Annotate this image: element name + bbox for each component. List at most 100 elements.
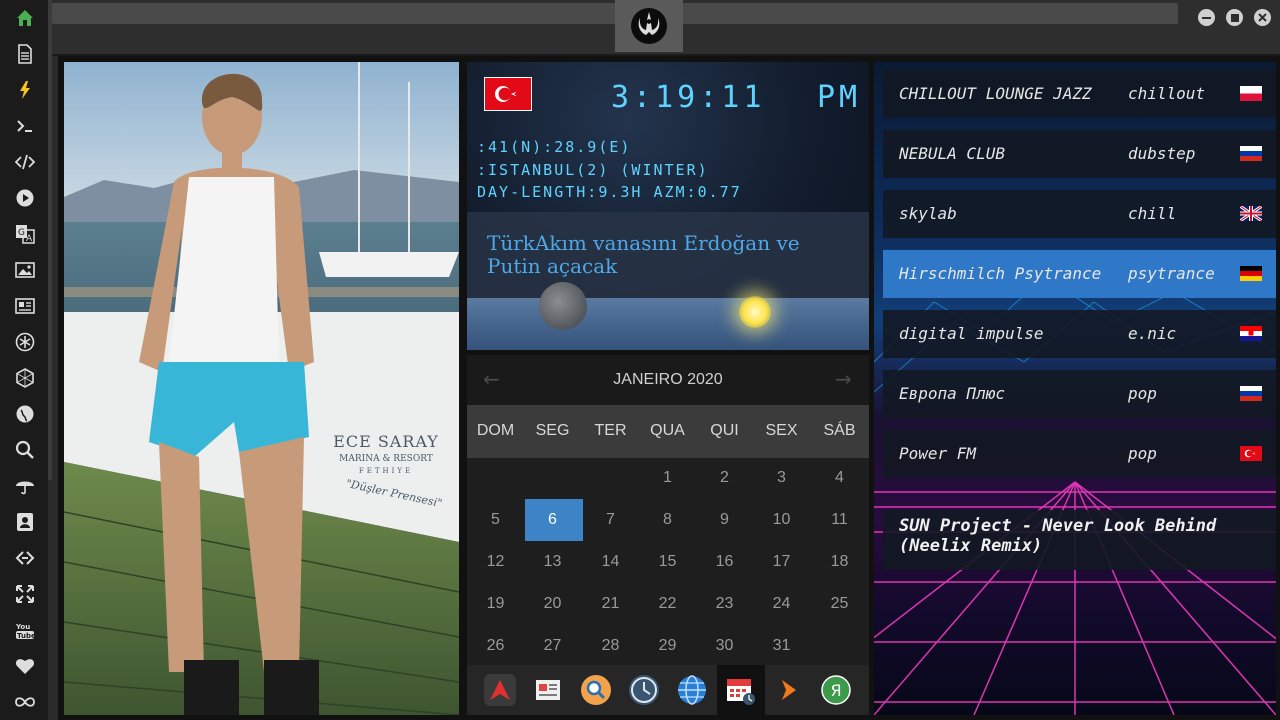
calendar-day[interactable]: 25 [811, 595, 868, 613]
expand-icon[interactable] [12, 581, 38, 607]
calendar-day[interactable]: 14 [582, 553, 639, 571]
calendar-day[interactable]: 26 [467, 637, 524, 655]
station-name: Hirschmilch Psytrance [899, 264, 1102, 283]
calendar-day[interactable]: 19 [467, 595, 524, 613]
calendar-day[interactable]: 7 [582, 511, 639, 529]
weekday-label: SÁB [823, 422, 856, 439]
calendar-day[interactable]: 15 [639, 553, 696, 571]
croatia-flag-icon [1240, 326, 1262, 341]
terminal-icon[interactable] [12, 113, 38, 139]
magnifier-icon[interactable] [580, 674, 612, 706]
station-row[interactable]: NEBULA CLUB dubstep [883, 130, 1276, 178]
station-genre: psytrance [1128, 264, 1215, 283]
station-row[interactable]: skylab chill [883, 190, 1276, 238]
play-arrow-icon[interactable] [772, 674, 804, 706]
next-month-icon[interactable]: → [835, 367, 852, 391]
maximize-button[interactable] [1226, 9, 1243, 26]
svg-text:G: G [18, 228, 25, 238]
close-button[interactable] [1254, 9, 1271, 26]
turkey-flag-icon [484, 77, 532, 111]
calendar-day[interactable]: 5 [467, 511, 524, 529]
calendar-day[interactable]: 20 [524, 595, 581, 613]
calendar-day[interactable]: 29 [639, 637, 696, 655]
calendar-day[interactable]: 13 [524, 553, 581, 571]
station-genre: pop [1128, 444, 1157, 463]
calendar-day[interactable]: 4 [811, 469, 868, 487]
calendar-day[interactable]: 2 [696, 469, 753, 487]
hexagon-icon[interactable] [12, 365, 38, 391]
contact-icon[interactable] [12, 509, 38, 535]
calendar-day[interactable]: 21 [582, 595, 639, 613]
calendar-day[interactable]: 27 [524, 637, 581, 655]
radio-station-list: CHILLOUT LOUNGE JAZZ chillout NEBULA CLU… [874, 62, 1276, 715]
location-line: :ISTANBUL(2) (WINTER) [477, 161, 709, 179]
weekday-row: DOM SEG TER QUA QUI SEX SÁB [467, 405, 869, 458]
calendar-icon[interactable] [724, 674, 756, 706]
link-icon[interactable] [12, 545, 38, 571]
asterisk-icon[interactable] [12, 329, 38, 355]
sidebar-scrollbar[interactable] [48, 0, 52, 480]
search-icon[interactable] [12, 437, 38, 463]
station-row[interactable]: Европа Плюс pop [883, 370, 1276, 418]
youtube-icon[interactable]: You Tube [12, 617, 38, 643]
arrow-app-icon[interactable] [484, 674, 516, 706]
moon-icon [539, 282, 587, 330]
newspaper-icon[interactable] [532, 674, 564, 706]
image-icon[interactable] [12, 257, 38, 283]
svg-text:A: A [26, 234, 33, 244]
station-row-active[interactable]: Hirschmilch Psytrance psytrance [883, 250, 1276, 298]
calendar-day[interactable]: 1 [639, 469, 696, 487]
calendar-day[interactable]: 28 [582, 637, 639, 655]
calendar-day[interactable]: 11 [811, 511, 868, 529]
turkey-flag-icon [1240, 446, 1262, 461]
app-dock: Я [467, 665, 869, 715]
calendar-day[interactable]: 31 [753, 637, 810, 655]
calendar-day[interactable]: 23 [696, 595, 753, 613]
calendar-day[interactable]: 3 [753, 469, 810, 487]
play-icon[interactable] [12, 185, 38, 211]
globe-icon[interactable] [12, 401, 38, 427]
globe-icon[interactable] [676, 674, 708, 706]
umbrella-icon[interactable] [12, 473, 38, 499]
calendar-day[interactable]: 8 [639, 511, 696, 529]
station-genre: dubstep [1128, 144, 1196, 163]
rebel-logo-tab[interactable] [615, 0, 683, 52]
document-icon[interactable] [12, 41, 38, 67]
calendar-day[interactable]: 17 [753, 553, 810, 571]
minimize-button[interactable] [1198, 9, 1215, 26]
calendar-widget: ← JANEIRO 2020 → DOM SEG TER QUA QUI SEX… [467, 355, 869, 665]
station-row[interactable]: Power FM pop [883, 430, 1276, 478]
russia-flag-icon [1240, 146, 1262, 161]
translate-icon[interactable]: GA [12, 221, 38, 247]
station-name: skylab [899, 204, 957, 223]
station-genre: chill [1128, 204, 1177, 223]
russia-flag-icon [1240, 386, 1262, 401]
news-headline[interactable]: TürkAkım vanasını Erdoğan ve Putin açaca… [487, 232, 857, 278]
photo-image [64, 62, 459, 715]
news-icon[interactable] [12, 293, 38, 319]
station-name: digital impulse [899, 324, 1044, 343]
svg-text:Я: Я [830, 681, 841, 700]
clock-icon[interactable] [628, 674, 660, 706]
calendar-day[interactable]: 10 [753, 511, 810, 529]
banner-sub: MARINA & RESORT [339, 454, 433, 464]
calendar-day[interactable]: 18 [811, 553, 868, 571]
lightning-icon[interactable] [12, 77, 38, 103]
home-icon[interactable] [12, 5, 38, 31]
calendar-day[interactable]: 24 [753, 595, 810, 613]
infinity-icon[interactable] [12, 689, 38, 715]
calendar-day[interactable]: 16 [696, 553, 753, 571]
yandex-icon[interactable]: Я [820, 674, 852, 706]
station-row[interactable]: CHILLOUT LOUNGE JAZZ chillout [883, 70, 1276, 118]
station-row[interactable]: digital impulse e.nic [883, 310, 1276, 358]
calendar-day[interactable]: 12 [467, 553, 524, 571]
calendar-day[interactable]: 22 [639, 595, 696, 613]
calendar-day[interactable]: 9 [696, 511, 753, 529]
photo-panel: ECE SARAY MARINA & RESORT FETHIYE "Düşle… [64, 62, 459, 715]
code-icon[interactable] [12, 149, 38, 175]
calendar-day[interactable]: 30 [696, 637, 753, 655]
station-name: NEBULA CLUB [899, 144, 1005, 163]
calendar-day[interactable]: 6 [524, 511, 581, 529]
germany-flag-icon [1240, 266, 1262, 281]
heart-icon[interactable] [12, 653, 38, 679]
